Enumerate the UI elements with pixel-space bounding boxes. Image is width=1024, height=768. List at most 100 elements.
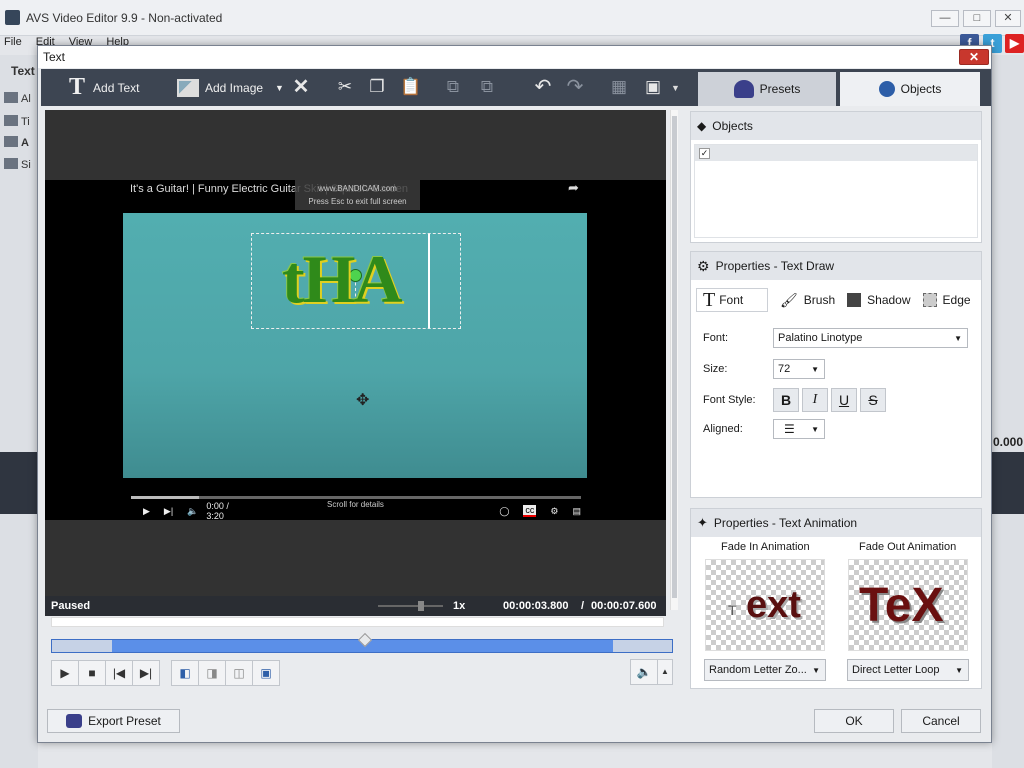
close-icon[interactable]: ✕	[995, 10, 1021, 27]
objects-list: ✓	[694, 144, 978, 238]
font-label: Font:	[703, 332, 729, 344]
add-image-label: Add Image	[205, 80, 264, 95]
strikethrough-button[interactable]: S	[860, 388, 886, 412]
undo-icon[interactable]: ↶	[531, 75, 555, 99]
zoom-slider-knob[interactable]	[418, 601, 424, 611]
chevron-up-icon[interactable]: ▲	[657, 659, 673, 685]
app-preview-strip-right	[992, 452, 1024, 514]
send-backward-icon[interactable]: ⧉	[475, 75, 499, 99]
font-row: Font: Palatino Linotype ▼	[703, 327, 968, 349]
copy-icon[interactable]: ❐	[365, 75, 389, 99]
maximize-icon[interactable]: □	[963, 10, 991, 27]
next-frame-button[interactable]: ▶|	[132, 660, 160, 686]
align-left-icon: ☰	[784, 422, 795, 436]
align-select[interactable]: ☰ ▼	[773, 419, 825, 439]
video-time: 0:00 / 3:20	[206, 501, 229, 521]
edge-icon	[922, 293, 937, 307]
chevron-down-icon: ▼	[812, 665, 820, 675]
cancel-button[interactable]: Cancel	[901, 709, 981, 733]
preview-hscrollbar[interactable]	[51, 617, 664, 627]
play-button[interactable]: ▶	[51, 660, 79, 686]
subtab-brush[interactable]: 🖌 Brush	[774, 288, 841, 312]
video-progress-bar	[131, 496, 581, 499]
zoom-slider[interactable]	[378, 605, 443, 607]
fade-out-select-value: Direct Letter Loop	[852, 664, 940, 676]
bring-forward-icon[interactable]: ⧉	[441, 75, 465, 99]
object-row[interactable]: ✓	[695, 145, 977, 161]
objects-panel-title: Objects	[712, 119, 753, 133]
cut-icon[interactable]: ✂	[333, 75, 357, 99]
library-item[interactable]: Ti	[4, 115, 36, 129]
fit-button[interactable]: ▣	[252, 660, 280, 686]
bold-button[interactable]: B	[773, 388, 799, 412]
prev-frame-button[interactable]: |◀	[105, 660, 133, 686]
underline-button[interactable]: U	[831, 388, 857, 412]
chevron-down-icon[interactable]: ▼	[275, 83, 284, 93]
fade-out-range[interactable]	[613, 640, 672, 652]
ok-button[interactable]: OK	[814, 709, 894, 733]
mark-end-button[interactable]: ◨	[198, 660, 226, 686]
dialog-title: Text	[43, 50, 66, 64]
font-select[interactable]: Palatino Linotype ▼	[773, 328, 968, 348]
subtab-shadow[interactable]: Shadow	[841, 288, 916, 312]
timeline-playhead[interactable]	[357, 632, 373, 648]
objects-panel-header: ◆ Objects	[691, 112, 981, 140]
dialog-close-button[interactable]: ✕	[959, 49, 989, 65]
chevron-down-icon: ▼	[955, 665, 963, 675]
italic-button[interactable]: I	[802, 388, 828, 412]
animation-icon: ✦	[697, 515, 708, 530]
next-icon: ▶|	[163, 505, 174, 516]
fade-in-preview[interactable]: T ext	[705, 559, 825, 651]
export-preset-button[interactable]: Export Preset	[47, 709, 180, 733]
split-button[interactable]: ◫	[225, 660, 253, 686]
add-image-button[interactable]: Add Image ▼	[177, 69, 284, 106]
youtube-icon[interactable]: ▶	[1005, 34, 1024, 53]
volume-icon[interactable]: 🔈	[630, 659, 658, 685]
menu-file[interactable]: File	[4, 36, 22, 48]
grid-icon[interactable]: ▦	[607, 75, 631, 99]
stop-button[interactable]: ■	[78, 660, 106, 686]
subtab-font[interactable]: T Font	[696, 288, 768, 312]
add-text-button[interactable]: T Add Text	[69, 69, 140, 106]
library-item[interactable]: A	[4, 136, 36, 150]
settings-icon: ⚙	[550, 505, 559, 516]
fade-in-label: Fade In Animation	[721, 541, 810, 553]
gear-icon: ⚙	[697, 257, 710, 274]
paste-icon[interactable]: 📋	[399, 75, 423, 99]
subtab-edge-label: Edge	[942, 293, 971, 307]
fade-in-select[interactable]: Random Letter Zo... ▼	[704, 659, 826, 681]
preview-vscrollbar[interactable]	[670, 110, 678, 610]
chevron-down-icon[interactable]: ▼	[671, 83, 680, 93]
fade-out-select[interactable]: Direct Letter Loop ▼	[847, 659, 969, 681]
volume-control: 🔈 ▲	[630, 659, 673, 685]
visibility-checkbox[interactable]: ✓	[699, 147, 710, 159]
tab-objects[interactable]: Objects	[840, 72, 980, 106]
timeline-range[interactable]	[51, 632, 673, 653]
tab-presets[interactable]: Presets	[698, 72, 836, 106]
brush-icon: 🖌	[780, 291, 798, 308]
delete-icon[interactable]: ✕	[289, 75, 313, 99]
font-style-label: Font Style:	[703, 394, 756, 406]
tab-objects-label: Objects	[900, 82, 942, 96]
redo-icon[interactable]: ↷	[563, 75, 587, 99]
text-t-icon: T	[69, 74, 86, 100]
text-animation-panel-header: ✦ Properties - Text Animation	[691, 509, 981, 537]
fade-out-preview[interactable]: TeX	[848, 559, 968, 651]
speed-label: 1x	[453, 600, 466, 612]
text-object-box[interactable]: tHA	[251, 233, 461, 329]
text-draw-panel: ⚙ Properties - Text Draw T Font 🖌 Brush …	[690, 251, 982, 498]
text-draw-panel-title: Properties - Text Draw	[715, 259, 835, 273]
library-item[interactable]: Si	[4, 158, 36, 172]
scrollbar-thumb[interactable]	[672, 116, 677, 598]
size-select[interactable]: 72 ▼	[773, 359, 825, 379]
fade-in-range[interactable]	[52, 640, 112, 652]
overlay-text[interactable]: tHA	[282, 240, 403, 319]
subtab-edge[interactable]: Edge	[917, 288, 977, 312]
library-item[interactable]: Al	[4, 92, 36, 106]
safe-area-icon[interactable]: ▣	[641, 75, 665, 99]
minimize-icon[interactable]: —	[931, 10, 959, 27]
mark-start-button[interactable]: ◧	[171, 660, 199, 686]
app-preview-strip	[0, 452, 38, 514]
export-preset-icon	[66, 714, 83, 728]
font-style-row: Font Style: B I U S	[703, 387, 889, 413]
